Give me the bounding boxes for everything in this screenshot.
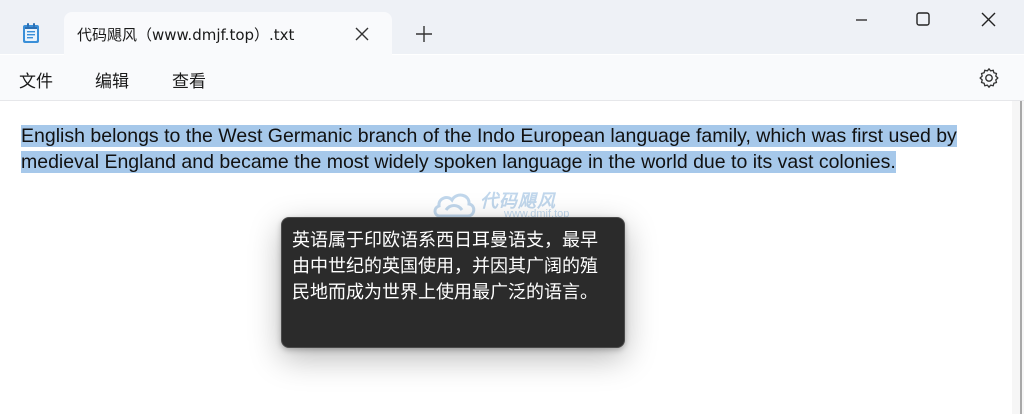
minimize-icon[interactable]	[838, 6, 884, 34]
title-bar: 代码飓风（www.dmjf.top）.txt	[0, 0, 1024, 55]
menu-bar: 文件 编辑 查看	[0, 55, 1024, 101]
vertical-scrollbar[interactable]	[1012, 101, 1024, 414]
translation-popup: 英语属于印欧语系西日耳曼语支，最早由中世纪的英国使用，并因其广阔的殖民地而成为世…	[281, 217, 625, 348]
close-icon[interactable]	[965, 6, 1011, 34]
document-text[interactable]: English belongs to the West Germanic bra…	[21, 123, 1006, 175]
maximize-icon[interactable]	[900, 6, 946, 34]
menu-file[interactable]: 文件	[19, 67, 53, 92]
selected-text[interactable]: English belongs to the West Germanic bra…	[21, 125, 957, 173]
menu-view[interactable]: 查看	[172, 67, 206, 92]
close-icon[interactable]	[350, 22, 374, 46]
plus-icon[interactable]	[412, 22, 436, 46]
gear-icon[interactable]	[977, 66, 1001, 90]
notepad-icon	[23, 23, 39, 43]
translation-text: 英语属于印欧语系西日耳曼语支，最早由中世纪的英国使用，并因其广阔的殖民地而成为世…	[292, 230, 598, 303]
tab-title: 代码飓风（www.dmjf.top）.txt	[77, 26, 295, 44]
menu-edit[interactable]: 编辑	[95, 67, 129, 92]
scrollbar-thumb[interactable]	[1020, 101, 1022, 414]
document-tab[interactable]: 代码飓风（www.dmjf.top）.txt	[64, 12, 392, 55]
